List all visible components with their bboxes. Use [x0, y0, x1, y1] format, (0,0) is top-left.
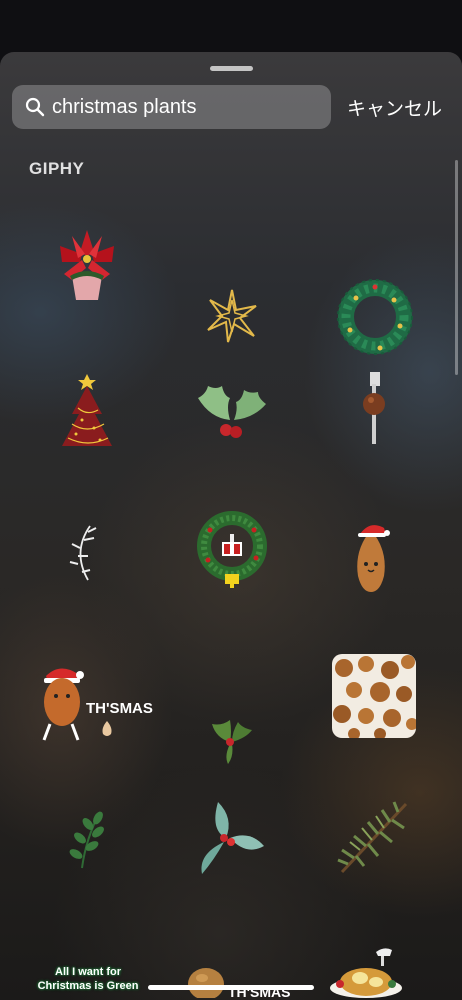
pine-branch-sticker[interactable] [334, 798, 412, 876]
meatball-fork-sticker[interactable] [354, 370, 394, 450]
holly-sticker[interactable] [196, 380, 268, 444]
pixel-wreath-sticker[interactable] [194, 508, 270, 592]
thismas-text: TH'SMAS [86, 700, 153, 717]
gold-star-sticker[interactable] [204, 288, 260, 344]
nuts-square-sticker[interactable] [332, 654, 416, 738]
giphy-section-label: GIPHY [29, 159, 85, 178]
roast-dinner-sticker[interactable] [326, 944, 406, 1000]
almond-santa-sticker[interactable] [350, 520, 392, 594]
search-bar[interactable] [12, 85, 331, 129]
home-indicator[interactable] [148, 985, 314, 990]
all-i-want-text-line2: Christmas is Green [37, 980, 139, 992]
search-icon [25, 97, 45, 117]
search-input[interactable] [52, 85, 322, 129]
thismas-sausage-sticker[interactable]: TH'SMAS [38, 662, 153, 748]
small-holly-sticker[interactable] [208, 716, 254, 766]
scrollbar[interactable] [455, 160, 458, 375]
wreath-sticker[interactable] [336, 278, 414, 356]
laurel-branch-sticker[interactable] [66, 522, 100, 584]
green-sprig-sticker[interactable] [64, 808, 108, 870]
christmas-tree-sticker[interactable] [52, 368, 122, 450]
all-i-want-text-line1: All I want for [55, 966, 121, 978]
bread-thismas-sticker[interactable]: TH'SMAS [186, 964, 290, 1000]
poinsettia-sticker[interactable] [52, 222, 122, 304]
blue-holly-sticker[interactable] [194, 798, 266, 878]
sticker-search-sheet: キャンセル GIPHY [0, 52, 462, 1000]
cancel-button[interactable]: キャンセル [347, 94, 442, 121]
sheet-grabber[interactable] [210, 66, 253, 71]
